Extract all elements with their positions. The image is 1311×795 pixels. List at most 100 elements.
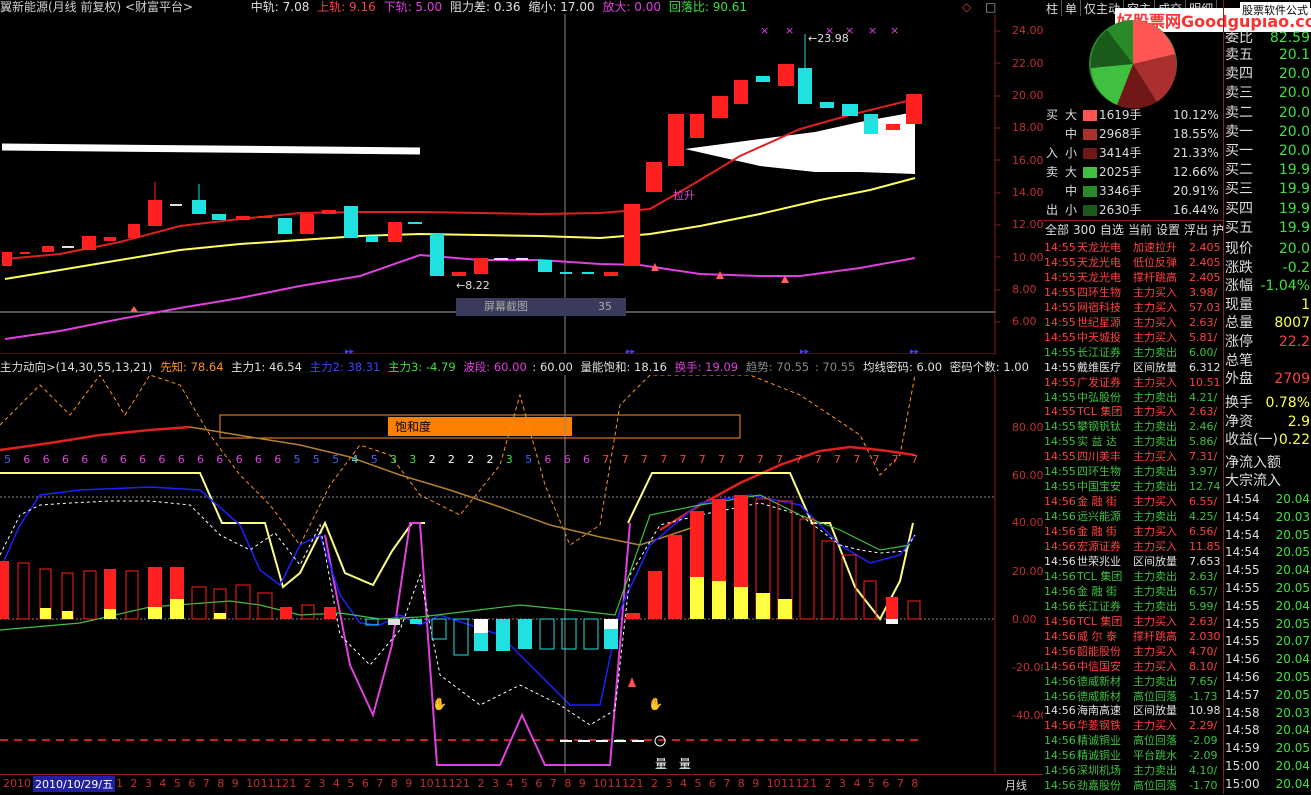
radar-row[interactable]: 14:55 中国宝安 主力卖出 12.74 bbox=[1043, 479, 1223, 494]
date-tick: 10 bbox=[419, 777, 434, 790]
mid-band-label: 中轨: 7.08 bbox=[250, 0, 310, 14]
radar-row[interactable]: 14:56 德威新材 主力卖出 7.65/ bbox=[1043, 674, 1223, 689]
sell-level-label: 卖三 bbox=[1225, 85, 1253, 102]
radar-row[interactable]: 14:56 精诚铜业 平台跳水 -2.09 bbox=[1043, 748, 1223, 763]
screen-capture-bar[interactable]: 屏幕截图 35 bbox=[456, 298, 626, 316]
radar-row[interactable]: 14:56 劲嘉股份 高位回落 -1.70 bbox=[1043, 778, 1223, 793]
close-icon[interactable]: □ bbox=[985, 0, 996, 14]
radar-row[interactable]: 14:56 韶能股份 主力买入 4.70/ bbox=[1043, 644, 1223, 659]
digit-strip-item: 3 bbox=[409, 453, 417, 466]
tick-row: 14:55 20.04 bbox=[1224, 561, 1311, 579]
date-tick: 8 bbox=[217, 777, 225, 790]
radar-row[interactable]: 14:55 戴维医疗 区间放量 6.312 bbox=[1043, 360, 1223, 375]
radar-row[interactable]: 14:55 TCL 集团 主力买入 2.63/ bbox=[1043, 404, 1223, 419]
filter-tab[interactable]: 自选 bbox=[1098, 221, 1126, 238]
volume-value: 3414手 bbox=[1099, 146, 1142, 160]
filter-tab[interactable]: 300 bbox=[1071, 223, 1098, 237]
radar-action: 主力买入 bbox=[1133, 614, 1177, 628]
radar-stock: 中国宝安 bbox=[1077, 480, 1121, 494]
radar-row[interactable]: 14:55 世纪星源 主力买入 2.63/ bbox=[1043, 315, 1223, 330]
quote-row-value: -1.04% bbox=[1260, 278, 1310, 295]
period-label[interactable]: 月线 bbox=[1005, 777, 1027, 793]
radar-row[interactable]: 14:56 金 融 街 主力买入 6.55/ bbox=[1043, 494, 1223, 509]
filter-tab[interactable]: 护 bbox=[1210, 221, 1223, 238]
radar-time: 14:56 bbox=[1044, 659, 1076, 673]
radar-action: 主力买入 bbox=[1133, 644, 1177, 658]
radar-row[interactable]: 14:56 威 尔 泰 撑杆跳高 2.030 bbox=[1043, 629, 1223, 644]
radar-row[interactable]: 14:55 中天城投 主力买入 5.81/ bbox=[1043, 330, 1223, 345]
qushi2-label: : 70.55 bbox=[814, 360, 856, 374]
radar-stock: 金 融 街 bbox=[1077, 525, 1117, 539]
radar-row[interactable]: 14:56 宏源证券 主力买入 11.85 bbox=[1043, 539, 1223, 554]
date-tick: 12 bbox=[275, 777, 290, 790]
tick-row: 14:57 20.05 bbox=[1224, 686, 1311, 704]
radar-row[interactable]: 14:56 TCL 集团 主力卖出 2.63/ bbox=[1043, 569, 1223, 584]
indicator-chart[interactable]: ✋ ✋ bbox=[0, 375, 1000, 773]
radar-value: 2.030 bbox=[1189, 629, 1221, 643]
tick-time: 14:54 bbox=[1225, 545, 1260, 560]
radar-row[interactable]: 14:56 金 融 街 主力买入 6.56/ bbox=[1043, 524, 1223, 539]
radar-row[interactable]: 14:56 海南高速 区间放量 10.98 bbox=[1043, 703, 1223, 718]
radar-action: 加速拉升 bbox=[1133, 241, 1177, 254]
radar-row[interactable]: 14:56 中信国安 主力买入 8.10/ bbox=[1043, 659, 1223, 674]
digit-strip-item: 7 bbox=[872, 453, 880, 466]
radar-row[interactable]: 14:55 攀钢钒钛 主力卖出 2.46/ bbox=[1043, 419, 1223, 434]
date-tick: 9 bbox=[405, 777, 413, 790]
radar-row[interactable]: 14:56 金 融 街 主力卖出 6.57/ bbox=[1043, 584, 1223, 599]
resist-label: 阻力差: 0.36 bbox=[449, 0, 521, 14]
radar-row[interactable]: 14:56 华菱钢铁 主力买入 2.29/ bbox=[1043, 718, 1223, 733]
svg-text:×: × bbox=[868, 24, 877, 37]
radar-row[interactable]: 14:56 远兴能源 主力卖出 4.25/ bbox=[1043, 509, 1223, 524]
radar-row[interactable]: 14:56 精诚铜业 高位回落 -2.09 bbox=[1043, 733, 1223, 748]
quote-row-label: 总量 bbox=[1225, 315, 1253, 332]
radar-row[interactable]: 14:56 深圳机场 主力卖出 4.10/ bbox=[1043, 763, 1223, 778]
radar-row[interactable]: 14:55 天龙光电 撑杆跳高 2.405 bbox=[1043, 270, 1223, 285]
radar-action: 主力卖出 bbox=[1133, 569, 1177, 583]
radar-stock: 天龙光电 bbox=[1077, 255, 1121, 269]
filter-tab[interactable]: 当前 bbox=[1126, 221, 1154, 238]
radar-value: 6.312 bbox=[1189, 360, 1221, 374]
radar-row[interactable]: 14:55 实 益 达 主力卖出 5.86/ bbox=[1043, 434, 1223, 449]
radar-row[interactable]: 14:55 广发证券 主力买入 10.51 bbox=[1043, 375, 1223, 390]
radar-row[interactable]: 14:55 天龙光电 低位反弹 2.405 bbox=[1043, 255, 1223, 270]
tick-row: 14:55 20.07 bbox=[1224, 632, 1311, 650]
radar-row[interactable]: 14:55 天龙光电 加速拉升 2.405 bbox=[1043, 240, 1223, 255]
radar-row[interactable]: 14:55 长江证券 主力卖出 6.00/ bbox=[1043, 345, 1223, 360]
filter-tab[interactable]: 设置 bbox=[1154, 221, 1182, 238]
radar-row[interactable]: 14:56 世荣兆业 区间放量 7.653 bbox=[1043, 554, 1223, 569]
extra-row-label: 收益(一) bbox=[1225, 432, 1278, 449]
radar-action: 主力卖出 bbox=[1133, 674, 1177, 688]
extra-row-value: 2.9 bbox=[1287, 413, 1310, 430]
radar-action: 撑杆跳高 bbox=[1133, 270, 1177, 284]
quote-row-value: -0.2 bbox=[1282, 259, 1310, 276]
date-axis-bar[interactable]: 2010 2010/10/29/五 1 2 3 4 5 6 7 8 9 10 11 12 1 2 3 4 5 6 7… bbox=[0, 774, 1043, 795]
radar-row[interactable]: 14:56 德威新材 高位回落 -1.73 bbox=[1043, 689, 1223, 704]
radar-row[interactable]: 14:55 四环生物 主力卖出 3.97/ bbox=[1043, 464, 1223, 479]
radar-row[interactable]: 14:55 四川美丰 主力买入 7.31/ bbox=[1043, 449, 1223, 464]
radar-stock: 宏源证券 bbox=[1077, 540, 1121, 553]
svg-text:✋: ✋ bbox=[432, 697, 447, 711]
top-tab[interactable]: 柱 bbox=[1043, 0, 1063, 16]
quote-row: 涨跌 -0.2 bbox=[1224, 259, 1311, 278]
color-swatch bbox=[1083, 205, 1097, 216]
radar-stock: 远兴能源 bbox=[1077, 510, 1121, 524]
sell-level-label: 卖一 bbox=[1225, 123, 1253, 140]
radar-row[interactable]: 14:55 四环生物 主力买入 3.98/ bbox=[1043, 285, 1223, 300]
buy-level: 买四 19.9 bbox=[1224, 200, 1311, 219]
tick-price: 20.07 bbox=[1275, 634, 1310, 649]
radar-row[interactable]: 14:56 TCL 集团 主力买入 2.63/ bbox=[1043, 614, 1223, 629]
zhuli3-label: 主力3: -4.79 bbox=[388, 360, 456, 374]
year-stub: 2010 bbox=[3, 777, 31, 790]
filter-tab[interactable]: 浮出 bbox=[1182, 221, 1210, 238]
tick-time: 14:55 bbox=[1225, 616, 1260, 631]
radar-row[interactable]: 14:56 长江证券 主力卖出 5.99/ bbox=[1043, 599, 1223, 614]
radar-time: 14:56 bbox=[1044, 510, 1076, 524]
diamond-icon[interactable]: ◇ bbox=[962, 0, 971, 14]
date-tick: 7 bbox=[549, 777, 557, 790]
filter-tab[interactable]: 全部 bbox=[1043, 221, 1071, 238]
radar-row[interactable]: 14:55 网宿科技 主力买入 57.03 bbox=[1043, 300, 1223, 315]
pct-value: 16.44% bbox=[1173, 203, 1219, 217]
digit-strip-item: 6 bbox=[274, 453, 282, 466]
radar-row[interactable]: 14:55 中弘股份 主力卖出 4.21/ bbox=[1043, 390, 1223, 405]
top-tab[interactable]: 单 bbox=[1062, 0, 1082, 16]
